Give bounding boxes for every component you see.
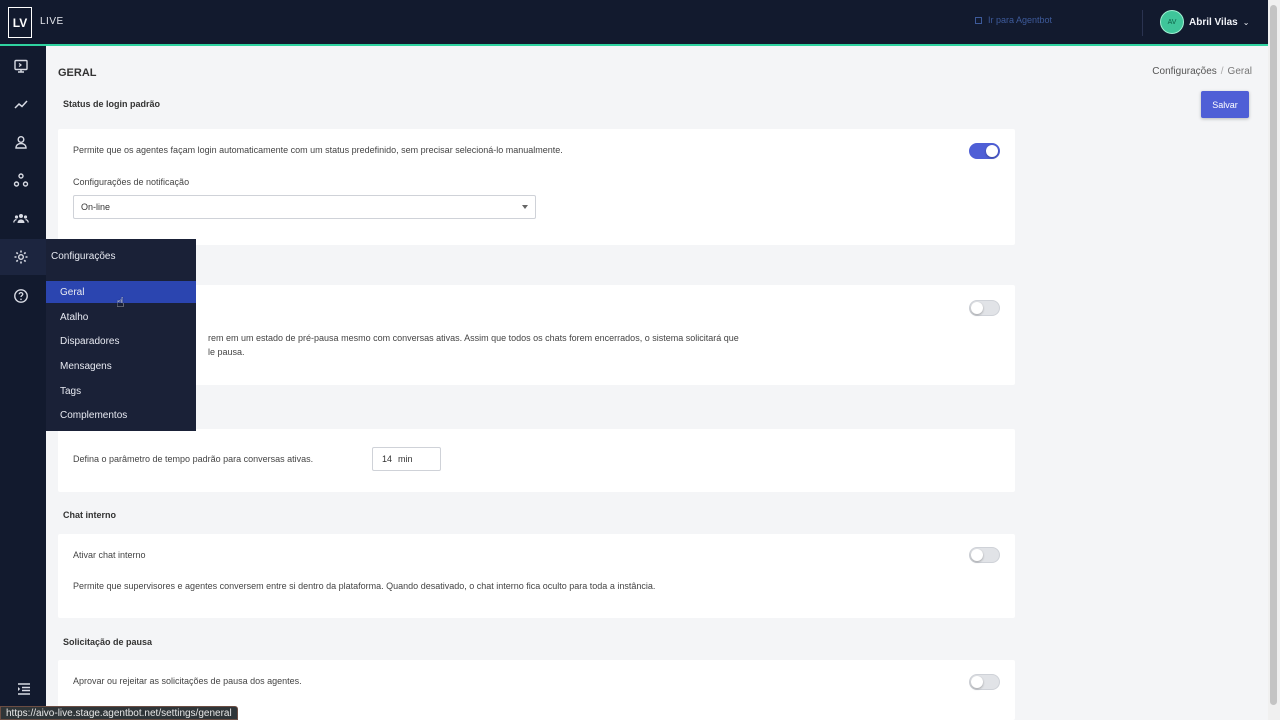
user-icon[interactable] [11,132,31,152]
main-content: GERAL Configurações / Geral Salvar Status … [46,48,1268,720]
internal-chat-toggle[interactable] [969,547,1000,563]
logo[interactable]: LV [8,7,32,38]
internal-chat-title: Chat interno [63,510,116,520]
logo-text: LV [12,15,28,30]
pause-request-toggle[interactable] [969,674,1000,690]
avatar: AV [1160,10,1184,34]
pre-pause-description-line2: le pausa. [208,347,245,357]
pre-pause-toggle[interactable] [969,300,1000,316]
go-agentbot-label: Ir para Agentbot [988,15,1053,25]
login-status-description: Permite que os agentes façam login autom… [73,145,563,155]
pause-request-description: Aprovar ou rejeitar as solicitações de p… [73,676,302,686]
active-time-input[interactable]: 14 min [372,447,441,471]
notification-select-value: On-line [81,202,111,212]
settings-flyout-menu: Configurações Geral Atalho Disparadores … [46,239,196,431]
login-status-card: Permite que os agentes façam login autom… [58,129,1015,245]
pause-request-title: Solicitação de pausa [63,637,153,647]
scrollbar-thumb[interactable] [1270,5,1277,705]
active-time-card: Defina o parâmetro de tempo padrão para … [58,429,1015,492]
sidebar [0,46,46,720]
divider [1142,10,1143,36]
team-icon[interactable] [11,208,31,228]
brand-word: LIVE [40,16,64,27]
breadcrumb-separator: / [1220,66,1224,77]
notification-select-label: Configurações de notificação [73,177,190,187]
external-link-icon [975,16,982,24]
user-name: Abril Vilas [1189,16,1238,28]
chart-line-icon[interactable] [11,94,31,114]
gear-icon[interactable] [11,247,31,267]
flyout-item-disparadores[interactable]: Disparadores [46,330,196,352]
flyout-item-tags[interactable]: Tags [46,380,196,402]
flyout-item-complementos[interactable]: Complementos [46,404,196,426]
breadcrumb: Configurações / Geral [1152,66,1252,77]
active-time-unit: min [398,454,413,464]
flyout-title: Configurações [51,251,116,262]
top-bar: LV LIVE Ir para Agentbot AV Abril Vilas … [0,0,1268,46]
hand-cursor-icon: ☝ [116,294,125,310]
help-icon[interactable] [11,286,31,306]
status-url-tooltip: https://aivo-live.stage.agentbot.net/set… [0,706,238,720]
page-title: GERAL [58,67,97,79]
monitor-icon[interactable] [11,56,31,76]
breadcrumb-current: Geral [1227,66,1252,77]
network-icon[interactable] [11,170,31,190]
internal-chat-card: Ativar chat interno Permite que supervis… [58,534,1015,618]
internal-chat-description: Permite que supervisores e agentes conve… [73,581,656,591]
login-status-title: Status de login padrão [63,99,161,109]
active-time-value: 14 [382,454,393,464]
active-time-description: Defina o parâmetro de tempo padrão para … [73,454,314,464]
save-button[interactable]: Salvar [1201,91,1249,118]
notification-status-select[interactable]: On-line [73,195,536,219]
user-menu[interactable]: AV Abril Vilas ⌄ [1160,10,1249,34]
pre-pause-card: rem em um estado de pré-pausa mesmo com … [58,285,1015,385]
internal-chat-label: Ativar chat interno [73,550,146,560]
pre-pause-description-line1: rem em um estado de pré-pausa mesmo com … [208,333,739,343]
collapse-menu-icon[interactable] [14,679,34,699]
caret-down-icon [522,205,528,209]
login-status-toggle[interactable] [969,143,1000,159]
breadcrumb-parent[interactable]: Configurações [1152,66,1216,77]
chevron-down-icon: ⌄ [1242,17,1250,27]
go-agentbot-link[interactable]: Ir para Agentbot [975,15,1052,25]
flyout-item-mensagens[interactable]: Mensagens [46,355,196,377]
